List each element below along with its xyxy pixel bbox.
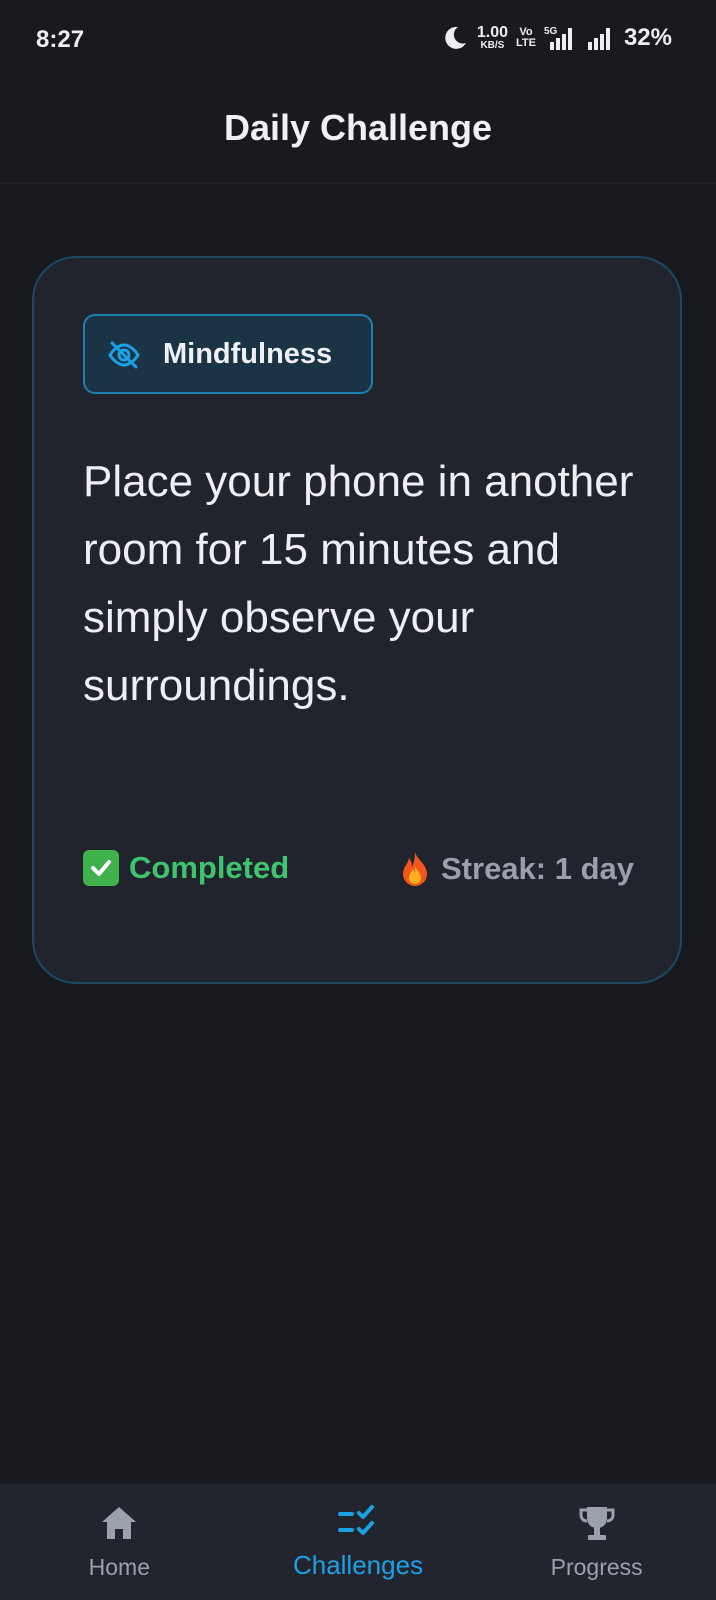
- check-icon: [83, 850, 119, 886]
- nav-item-progress[interactable]: Progress: [477, 1484, 716, 1600]
- streak-indicator: Streak: 1 day: [399, 850, 634, 888]
- challenge-card: Mindfulness Place your phone in another …: [32, 256, 682, 984]
- category-label: Mindfulness: [163, 338, 333, 370]
- streak-label: Streak: 1 day: [441, 851, 634, 886]
- status-icons: 1.00 KB/S Vo LTE 5G 32%: [441, 24, 672, 52]
- volte-indicator: Vo LTE: [516, 27, 536, 49]
- svg-text:5G: 5G: [544, 26, 558, 37]
- completed-label: Completed: [129, 850, 290, 885]
- status-time: 8:27: [36, 26, 85, 53]
- challenge-description: Place your phone in another room for 15 …: [83, 457, 634, 710]
- app-header: Daily Challenge: [0, 84, 716, 184]
- page-title: Daily Challenge: [223, 107, 493, 148]
- signal-5g-icon: 5G: [544, 24, 578, 52]
- moon-icon: [441, 24, 469, 52]
- category-chip: Mindfulness: [83, 314, 373, 394]
- signal-icon: [586, 24, 616, 52]
- nav-label-challenges: Challenges: [292, 1550, 424, 1580]
- eye-off-icon: [107, 340, 141, 370]
- nav-label-progress: Progress: [550, 1554, 643, 1580]
- status-bar: 8:27 1.00 KB/S Vo LTE 5G 32%: [0, 0, 716, 84]
- home-icon: [99, 1504, 139, 1542]
- fire-icon: [399, 850, 431, 888]
- nav-item-challenges[interactable]: Challenges: [239, 1484, 478, 1600]
- nav-label-home: Home: [88, 1554, 150, 1580]
- battery-level: 32%: [623, 24, 672, 51]
- bottom-navigation: Home Challenges Progress: [0, 1484, 716, 1600]
- completion-status: Completed: [83, 850, 289, 886]
- checklist-icon: [336, 1504, 380, 1540]
- network-speed-unit: KB/S: [480, 40, 505, 51]
- network-speed-value: 1.00: [476, 24, 508, 41]
- trophy-icon: [577, 1504, 617, 1544]
- network-speed: 1.00 KB/S: [477, 25, 508, 51]
- nav-item-home[interactable]: Home: [0, 1484, 239, 1600]
- volte-bottom: LTE: [515, 37, 536, 49]
